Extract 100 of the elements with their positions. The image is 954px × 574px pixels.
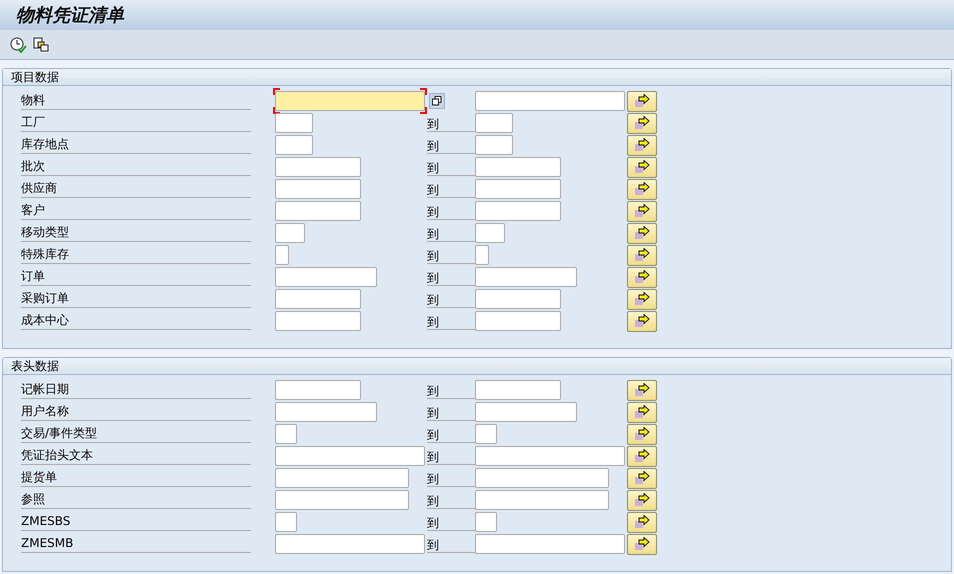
clock-check-icon[interactable]: [10, 36, 27, 52]
multiple-selection-button[interactable]: [627, 244, 657, 266]
field-label: 批次: [21, 157, 251, 176]
field-label: 特殊库存: [21, 245, 251, 264]
input-field[interactable]: [275, 446, 425, 466]
input-field[interactable]: [475, 267, 577, 287]
arrow-icon: [634, 226, 650, 240]
multiple-selection-button[interactable]: [627, 380, 657, 400]
input-field[interactable]: [475, 512, 497, 532]
input-field[interactable]: [275, 179, 361, 199]
input-field[interactable]: [275, 512, 297, 532]
input-field[interactable]: [275, 267, 377, 287]
field-label: 提货单: [21, 468, 251, 487]
input-field[interactable]: [475, 289, 561, 309]
arrow-icon: [634, 515, 650, 529]
input-field[interactable]: [275, 113, 313, 133]
arrow-icon: [634, 314, 650, 328]
arrow-icon: [634, 449, 650, 463]
input-field[interactable]: [275, 490, 409, 510]
field-label: 客户: [21, 201, 251, 220]
input-field[interactable]: [275, 223, 305, 243]
arrow-icon: [634, 537, 650, 551]
field-label: 订单: [21, 267, 251, 286]
field-label: 库存地点: [21, 135, 251, 154]
input-field[interactable]: [275, 245, 289, 265]
input-field[interactable]: [475, 135, 513, 155]
input-field[interactable]: [275, 534, 425, 554]
input-field[interactable]: [475, 223, 505, 243]
group-title: 表头数据: [11, 358, 59, 374]
input-field[interactable]: [475, 446, 625, 466]
input-field[interactable]: [475, 201, 561, 221]
multiple-selection-button[interactable]: [627, 446, 657, 466]
multiple-selection-button[interactable]: [627, 490, 657, 510]
input-field[interactable]: [475, 402, 577, 422]
group-title: 项目数据: [11, 68, 59, 86]
field-label: 参照: [21, 490, 251, 509]
arrow-icon: [634, 160, 650, 174]
arrow-icon: [634, 138, 650, 152]
field-label: 移动类型: [21, 223, 251, 242]
input-field[interactable]: [475, 534, 625, 554]
field-label: 记帐日期: [21, 380, 251, 399]
input-field[interactable]: [275, 289, 361, 309]
input-field[interactable]: [275, 157, 361, 177]
multiple-selection-button[interactable]: [627, 156, 657, 178]
field-label: ZMESMB: [21, 534, 251, 553]
arrow-icon: [634, 383, 650, 397]
input-field[interactable]: [275, 402, 377, 422]
input-field[interactable]: [275, 468, 409, 488]
input-field[interactable]: [275, 380, 361, 400]
input-field[interactable]: [475, 157, 561, 177]
multiple-selection-button[interactable]: [627, 222, 657, 244]
multiple-selection-button[interactable]: [627, 534, 657, 554]
input-field[interactable]: [475, 91, 625, 111]
field-label: 凭证抬头文本: [21, 446, 251, 465]
input-field[interactable]: [275, 201, 361, 221]
window-title: 物料凭证清单: [16, 4, 124, 27]
arrow-icon: [634, 493, 650, 507]
multiple-selection-button[interactable]: [627, 266, 657, 288]
multiple-selection-button[interactable]: [627, 134, 657, 156]
multiple-selection-button[interactable]: [627, 402, 657, 422]
field-label: 采购订单: [21, 289, 251, 308]
field-label: ZMESBS: [21, 512, 251, 531]
multiple-selection-button[interactable]: [627, 512, 657, 532]
arrow-icon: [634, 204, 650, 218]
field-label: 物料: [21, 91, 251, 110]
input-field[interactable]: [475, 424, 497, 444]
arrow-icon: [634, 270, 650, 284]
input-field[interactable]: [475, 468, 609, 488]
field-label: 用户名称: [21, 402, 251, 421]
input-field[interactable]: [475, 179, 561, 199]
multiple-selection-button[interactable]: [627, 112, 657, 134]
field-label: 交易/事件类型: [21, 424, 251, 443]
input-field[interactable]: [475, 245, 489, 265]
copy-documents-icon[interactable]: [33, 36, 49, 52]
arrow-icon: [634, 182, 650, 196]
arrow-icon: [634, 248, 650, 262]
arrow-icon: [634, 427, 650, 441]
multiple-selection-button[interactable]: [429, 93, 445, 109]
multiple-selection-button[interactable]: [627, 468, 657, 488]
input-field[interactable]: [275, 424, 297, 444]
multiple-selection-button[interactable]: [627, 90, 657, 112]
multiple-selection-button[interactable]: [627, 310, 657, 332]
arrow-icon: [634, 471, 650, 485]
field-label: 成本中心: [21, 311, 251, 330]
field-label: 供应商: [21, 179, 251, 198]
field-label: 工厂: [21, 113, 251, 132]
input-field[interactable]: [275, 311, 361, 331]
arrow-icon: [634, 116, 650, 130]
input-field[interactable]: [475, 113, 513, 133]
input-field[interactable]: [275, 135, 313, 155]
input-field[interactable]: [475, 380, 561, 400]
arrow-icon: [634, 292, 650, 306]
multiple-selection-button[interactable]: [627, 288, 657, 310]
arrow-icon: [634, 94, 650, 108]
input-field[interactable]: [475, 490, 609, 510]
multiple-selection-button[interactable]: [627, 200, 657, 222]
multiple-selection-button[interactable]: [627, 178, 657, 200]
multiple-selection-button[interactable]: [627, 424, 657, 444]
arrow-icon: [634, 405, 650, 419]
input-field[interactable]: [475, 311, 561, 331]
